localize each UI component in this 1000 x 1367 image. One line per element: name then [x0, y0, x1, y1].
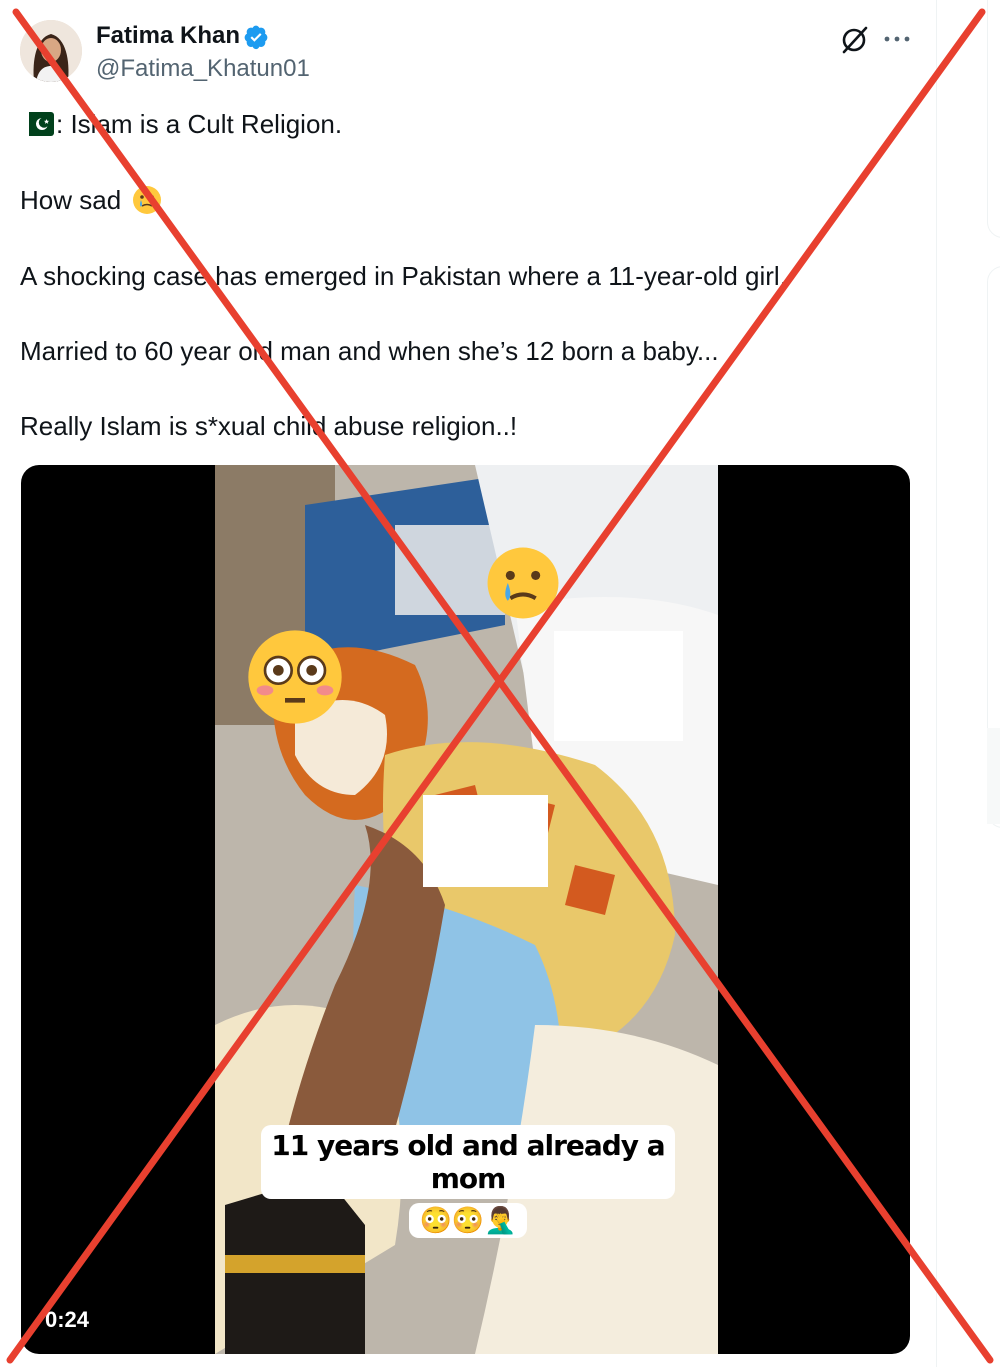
avatar[interactable] [20, 20, 82, 82]
flushed-face-icon [248, 630, 342, 724]
video-duration: 0:24 [45, 1307, 90, 1332]
censor-box [554, 631, 683, 741]
post-text-line: : Islam is a Cult Religion. [20, 108, 342, 140]
pakistan-flag-icon [20, 112, 54, 136]
post-text: A shocking case has emerged in Pakistan … [20, 261, 787, 291]
caption-emojis: 😳😳🤦‍♂️ [409, 1203, 527, 1238]
post-text: Married to 60 year old man and when she’… [20, 336, 719, 366]
author-handle[interactable]: @Fatima_Khatun01 [96, 55, 310, 83]
sidebar-highlight [987, 728, 1000, 824]
sidebar-card [987, 0, 1000, 238]
video-caption: 11 years old and already a mom 😳😳🤦‍♂️ [261, 1125, 675, 1238]
video-frame: 11 years old and already a mom 😳😳🤦‍♂️ [215, 465, 718, 1354]
crying-face-icon [487, 547, 559, 619]
censor-box [423, 795, 548, 887]
more-icon[interactable] [882, 22, 912, 56]
video-player[interactable]: 11 years old and already a mom 😳😳🤦‍♂️ 0:… [21, 465, 910, 1354]
post-text: How sad [20, 185, 122, 215]
author-name[interactable]: Fatima Khan [96, 22, 240, 50]
grok-icon[interactable] [838, 22, 872, 56]
verified-badge-icon [244, 25, 268, 50]
post-text: Really Islam is s*xual child abuse relig… [20, 411, 518, 441]
right-sidebar [936, 0, 1000, 1367]
post-text-line: How sad [20, 184, 162, 216]
crying-face-icon [133, 186, 162, 214]
caption-text: 11 years old and already a mom [261, 1125, 675, 1199]
post-text: : Islam is a Cult Religion. [56, 109, 343, 139]
